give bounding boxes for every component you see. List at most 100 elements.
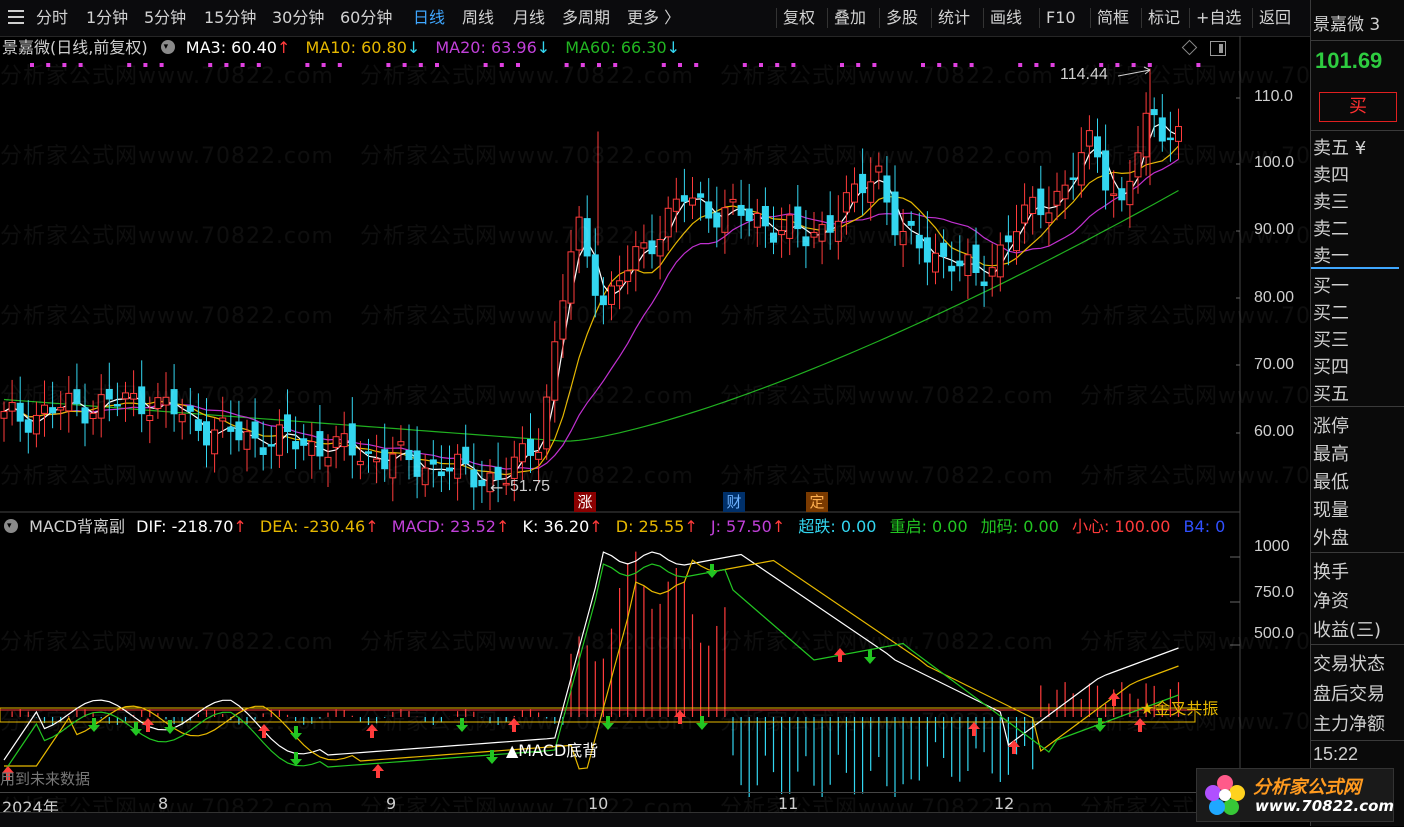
sub-chart-legend: ▾ MACD背离副 DIF: -218.70↑ DEA: -230.46↑ MA… — [2, 516, 1225, 538]
low-price-label: 51.75 — [510, 478, 551, 495]
price-axis-label: 90.00 — [1254, 221, 1295, 238]
candle-body — [194, 419, 202, 431]
jiama-value: 加码: 0.00 — [980, 517, 1059, 536]
rp-sell-item: 卖三 — [1313, 192, 1349, 213]
tool-button-2[interactable]: 多股 — [886, 0, 918, 36]
candle-body — [235, 421, 243, 441]
candle-body — [1029, 196, 1037, 214]
candle-body — [178, 413, 186, 423]
j-arrow-icon: ↑ — [771, 517, 786, 536]
watermark-text: 分析家公式网www.70822.com — [720, 630, 1054, 655]
period-tab-3[interactable]: 15分钟 — [204, 0, 256, 36]
signal-dot — [337, 63, 342, 67]
tool-button-5[interactable]: F10 — [1046, 0, 1076, 36]
tool-button-0[interactable]: 复权 — [783, 0, 815, 36]
candle-body — [284, 414, 291, 433]
candle-body — [1069, 177, 1077, 180]
price-axis-label: 60.00 — [1254, 423, 1295, 440]
buy-button[interactable]: 买 — [1319, 92, 1397, 122]
bid-ask-divider — [1311, 267, 1399, 269]
watermark-text: 分析家公式网www.70822.com — [360, 64, 694, 89]
candle-body — [292, 441, 300, 450]
tool-button-8[interactable]: +自选 — [1196, 0, 1241, 36]
macd-value: MACD: 23.52 — [391, 517, 496, 536]
period-tab-7[interactable]: 周线 — [462, 0, 494, 36]
period-tab-6[interactable]: 日线 — [413, 0, 445, 36]
k-value: K: 36.20 — [522, 517, 590, 536]
watermark-text: 分析家公式网www.70822.com — [0, 710, 334, 735]
candle-body — [300, 438, 308, 446]
watermark-text: 分析家公式网www.70822.com — [360, 384, 694, 409]
dea-arrow-icon: ↑ — [365, 517, 379, 536]
indicator-title: MACD背离副 — [29, 517, 126, 536]
down-arrow-icon — [696, 716, 708, 730]
rp-buy-item: 买四 — [1313, 357, 1349, 378]
tool-button-1[interactable]: 叠加 — [834, 0, 866, 36]
period-tab-10[interactable]: 更多 〉 — [627, 0, 680, 36]
candle-body — [89, 412, 97, 420]
future-data-label: 用到未来数据 — [0, 770, 91, 788]
candle-body — [397, 441, 405, 446]
dif-value: DIF: -218.70 — [136, 517, 234, 536]
tool-button-6[interactable]: 简框 — [1097, 0, 1129, 36]
limit-up-tag[interactable]: 涨 — [574, 492, 596, 512]
rp-sell-item: 卖五 ¥ — [1313, 138, 1367, 159]
period-tab-4[interactable]: 30分钟 — [272, 0, 324, 36]
tool-button-4[interactable]: 画线 — [990, 0, 1022, 36]
tool-button-9[interactable]: 返回 — [1259, 0, 1291, 36]
watermark-text: 分析家公式网www.70822.com — [720, 64, 1054, 89]
watermark-text: 分析家公式网www.70822.com — [360, 304, 694, 329]
tool-button-3[interactable]: 统计 — [938, 0, 970, 36]
candle-body — [567, 251, 575, 304]
candle-body — [842, 192, 850, 213]
dea-value: DEA: -230.46 — [259, 517, 366, 536]
sub-settings-icon[interactable]: ▾ — [4, 519, 18, 533]
period-tab-5[interactable]: 60分钟 — [340, 0, 392, 36]
period-tab-1[interactable]: 1分钟 — [86, 0, 128, 36]
candle-body — [1053, 190, 1061, 206]
watermark-text: 分析家公式网www.70822.com — [360, 224, 694, 249]
candle-body — [1118, 188, 1126, 201]
stock-name[interactable]: 景嘉微 3 — [1313, 10, 1380, 35]
time-label: 15:22 — [1313, 744, 1359, 764]
bottom-tab-strip[interactable] — [0, 812, 1240, 827]
candle-body — [932, 252, 939, 273]
period-tab-0[interactable]: 分时 — [36, 0, 68, 36]
fixed-tag[interactable]: 定 — [806, 492, 828, 512]
watermark-text: 分析家公式网www.70822.com — [0, 144, 334, 169]
candle-body — [980, 281, 988, 287]
candle-body — [616, 280, 624, 287]
menu-icon[interactable] — [8, 10, 24, 25]
tool-button-7[interactable]: 标记 — [1148, 0, 1180, 36]
rp-stats-item: 现量 — [1313, 500, 1349, 521]
period-tab-2[interactable]: 5分钟 — [144, 0, 186, 36]
rp-sell-item: 卖二 — [1313, 219, 1349, 240]
candle-body — [697, 193, 705, 198]
candle-body — [1037, 188, 1045, 216]
candle-body — [259, 447, 267, 455]
logo-url: www.70822.com — [1255, 797, 1395, 815]
finance-tag[interactable]: 财 — [723, 492, 745, 512]
indicator-axis-label: 500.0 — [1254, 625, 1295, 642]
candle-body — [1110, 193, 1118, 197]
chaodie-value: 超跌: 0.00 — [798, 517, 877, 536]
candle-body — [713, 212, 721, 228]
candle-body — [867, 181, 875, 203]
candle-body — [851, 183, 858, 203]
candle-body — [32, 414, 40, 435]
candle-body — [632, 246, 640, 271]
candle-body — [267, 444, 275, 447]
candle-body — [219, 417, 227, 422]
period-tab-9[interactable]: 多周期 — [562, 0, 610, 36]
rp-sell-item: 卖一 — [1313, 246, 1349, 267]
candle-body — [203, 421, 210, 446]
period-tab-8[interactable]: 月线 — [513, 0, 545, 36]
down-arrow-icon — [706, 564, 718, 578]
watermark-text: 分析家公式网www.70822.com — [0, 630, 334, 655]
x-axis-label: 9 — [386, 794, 397, 813]
rp-buy-item: 买二 — [1313, 303, 1349, 324]
candle-body — [211, 429, 219, 455]
candle-body — [948, 265, 956, 272]
x-axis-label: 10 — [588, 794, 609, 813]
watermark-text: 分析家公式网www.70822.com — [0, 304, 334, 329]
